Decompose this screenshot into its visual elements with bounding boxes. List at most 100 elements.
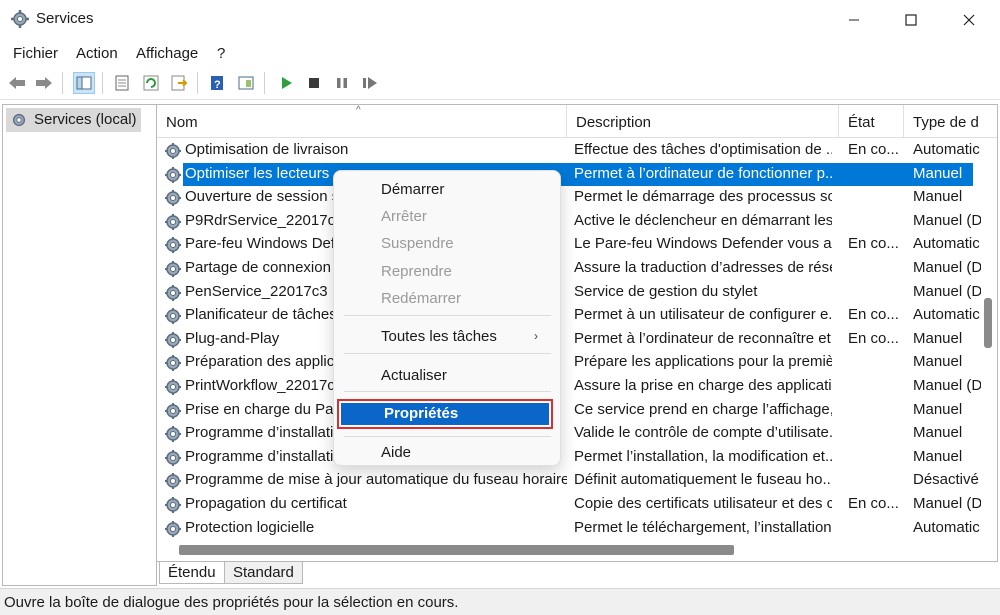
help-book-icon: ? [211, 76, 223, 91]
horizontal-scrollbar[interactable] [157, 541, 997, 561]
service-description: Permet à l’ordinateur de fonctionner p..… [574, 164, 832, 182]
forward-button[interactable] [33, 72, 55, 94]
service-gear-icon [165, 261, 181, 277]
table-row[interactable]: P9RdrService_22017c3 Active le déclencheu… [157, 210, 982, 234]
table-row[interactable]: PenService_22017c3 Service de gestion du … [157, 281, 982, 305]
stop-icon [309, 78, 319, 88]
service-gear-icon [165, 355, 181, 372]
table-row[interactable]: Programme d’installatio Valide le contrôl… [157, 422, 982, 446]
menu-bar: Fichier Action Affichage ? [0, 40, 1000, 66]
toolbar: ? [0, 66, 1000, 100]
table-row[interactable]: Partage de connexion I Assure la traducti… [157, 257, 982, 281]
column-header-name[interactable]: Nom [157, 105, 567, 138]
table-row[interactable]: PrintWorkflow_22017c3 Assure la prise en … [157, 375, 982, 399]
context-menu: Démarrer Arrêter Suspendre Reprendre Red… [333, 170, 561, 466]
maximize-icon [905, 14, 917, 26]
show-hide-console-tree-button[interactable] [73, 72, 95, 94]
service-description: Assure la prise en charge des applicati.… [574, 377, 832, 394]
menu-item-start[interactable]: Démarrer [381, 181, 444, 198]
vertical-scrollbar[interactable] [981, 138, 997, 540]
restart-service-button[interactable] [359, 72, 381, 94]
table-row[interactable]: Planificateur de tâches Permet à un utili… [157, 304, 982, 328]
service-description: Ce service prend en charge l’affichage, … [574, 400, 832, 418]
service-startup-type: Manuel [913, 400, 963, 418]
refresh-toolbar-button[interactable] [140, 72, 162, 94]
service-gear-icon [165, 190, 181, 207]
table-row[interactable]: Programme d’installatio Permet l’installa… [157, 446, 982, 470]
help-toolbar-button[interactable]: ? [206, 72, 228, 94]
view-tabs: Étendu Standard [157, 562, 457, 586]
window-title: Services [36, 10, 94, 27]
menu-item-help[interactable]: Aide [381, 444, 411, 461]
service-state: En co... [848, 141, 899, 158]
menu-help[interactable]: ? [217, 45, 225, 62]
service-gear-icon [165, 449, 181, 466]
table-row[interactable]: Pare-feu Windows Defe Le Pare-feu Windows… [157, 233, 982, 257]
close-icon [963, 14, 975, 26]
maximize-button[interactable] [882, 0, 940, 40]
pause-service-button[interactable] [331, 72, 353, 94]
start-service-button[interactable] [275, 72, 297, 94]
service-description: Effectue des tâches d'optimisation de ..… [574, 141, 832, 158]
menu-item-stop: Arrêter [381, 208, 427, 225]
table-row[interactable]: Optimiser les lecteurs Permet à l’ordinat… [157, 162, 982, 187]
vertical-scroll-thumb[interactable] [984, 298, 992, 348]
menu-action[interactable]: Action [76, 45, 118, 62]
refresh-icon [143, 75, 159, 91]
service-startup-type: Manuel (D [913, 211, 983, 229]
service-gear-icon [165, 213, 181, 230]
service-description: Permet l’installation, la modification e… [574, 447, 832, 465]
service-gear-icon [165, 143, 181, 159]
horizontal-scroll-thumb[interactable] [179, 545, 734, 555]
properties-toolbar-button[interactable] [111, 72, 133, 94]
service-startup-type: Manuel (D [913, 495, 983, 512]
stop-service-button[interactable] [303, 72, 325, 94]
menu-separator [344, 315, 551, 316]
column-header-startup-type[interactable]: Type de d [904, 105, 984, 138]
export-list-button[interactable] [168, 72, 190, 94]
table-row[interactable]: Optimisation de livraison Effectue des tâ… [157, 139, 982, 163]
menu-item-properties[interactable]: Propriétés [337, 399, 553, 429]
view-pane-icon [238, 76, 254, 90]
column-header-state[interactable]: État [839, 105, 904, 138]
menu-item-all-tasks[interactable]: Toutes les tâches [381, 328, 497, 345]
service-startup-type: Manuel (D [913, 377, 983, 394]
menu-file[interactable]: Fichier [13, 45, 58, 62]
menu-item-refresh[interactable]: Actualiser [381, 367, 447, 384]
table-row[interactable]: Propagation du certificat Copie des certi… [157, 493, 982, 517]
service-state: En co... [848, 306, 899, 324]
menu-separator [344, 391, 551, 392]
tab-standard[interactable]: Standard [224, 562, 303, 584]
service-description: Le Pare-feu Windows Defender vous ai... [574, 235, 832, 253]
mmc-view-button[interactable] [235, 72, 257, 94]
table-row[interactable]: Plug-and-Play Permet à l’ordinateur de re… [157, 328, 982, 352]
table-row[interactable]: Protection logicielle Permet le télécharg… [157, 517, 982, 541]
console-tree-icon [76, 76, 92, 90]
service-startup-type: Manuel [913, 188, 963, 206]
table-row[interactable]: Prise en charge du Pan Ce service prend e… [157, 399, 982, 423]
service-startup-type: Manuel [913, 329, 963, 347]
menu-item-pause: Suspendre [381, 235, 454, 252]
service-description: Valide le contrôle de compte d’utilisate… [574, 424, 832, 442]
table-row[interactable]: Ouverture de session s Permet le démarrag… [157, 186, 982, 210]
tree-item-services-local[interactable]: Services (local) [6, 108, 141, 132]
menu-view[interactable]: Affichage [136, 45, 198, 62]
service-gear-icon [165, 402, 181, 419]
minimize-icon [849, 19, 859, 21]
table-row[interactable]: Préparation des applica Prépare les appli… [157, 351, 982, 375]
menu-item-properties-highlight: Propriétés [341, 403, 549, 425]
service-name: Programme de mise à jour automatique du … [185, 471, 567, 489]
close-button[interactable] [940, 0, 998, 40]
status-bar: Ouvre la boîte de dialogue des propriété… [0, 588, 1000, 615]
back-button[interactable] [6, 72, 28, 94]
tab-extended[interactable]: Étendu [159, 562, 225, 584]
table-row[interactable]: Programme de mise à jour automatique du … [157, 469, 982, 493]
service-description: Permet à l’ordinateur de reconnaître et.… [574, 329, 832, 347]
service-state: En co... [848, 329, 899, 347]
menu-separator [344, 436, 551, 437]
menu-item-resume: Reprendre [381, 263, 452, 280]
service-description: Définit automatiquement le fuseau ho... [574, 471, 832, 489]
service-gear-icon [165, 520, 181, 537]
column-header-description[interactable]: Description [567, 105, 839, 138]
minimize-button[interactable] [825, 0, 883, 40]
